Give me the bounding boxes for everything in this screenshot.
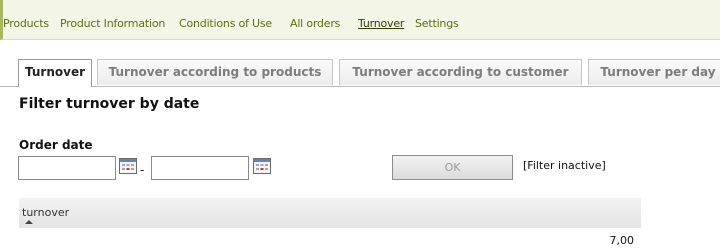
tab-turnover-according-to-products[interactable]: Turnover according to products <box>97 59 333 85</box>
tab-turnover-per-day[interactable]: Turnover per day <box>588 59 720 85</box>
order-date-from-input[interactable] <box>18 156 116 180</box>
tab-turnover[interactable]: Turnover <box>18 59 92 87</box>
date-range-separator: - <box>140 163 145 177</box>
turnover-value: 7,00 <box>609 234 635 247</box>
tab-turnover-according-to-customer[interactable]: Turnover according to customer <box>339 59 582 85</box>
turnover-column-header[interactable]: turnover <box>19 198 641 228</box>
nav-settings[interactable]: Settings <box>415 17 459 30</box>
nav-product-information[interactable]: Product Information <box>60 17 165 30</box>
turnover-tabs: Turnover Turnover according to products … <box>0 59 720 87</box>
filter-status: [Filter inactive] <box>523 159 606 172</box>
filter-title: Filter turnover by date <box>19 96 200 112</box>
order-date-to-input[interactable] <box>151 156 249 180</box>
top-navigation: Products Product Information Conditions … <box>0 0 720 40</box>
nav-conditions-of-use[interactable]: Conditions of Use <box>179 17 272 30</box>
order-date-label: Order date <box>19 138 93 152</box>
calendar-icon[interactable] <box>253 158 271 174</box>
column-header-label: turnover <box>22 206 70 219</box>
ok-button[interactable]: OK <box>392 155 513 180</box>
nav-products[interactable]: Products <box>3 17 49 30</box>
sort-ascending-icon[interactable] <box>25 220 33 224</box>
nav-turnover[interactable]: Turnover <box>358 17 404 30</box>
nav-all-orders[interactable]: All orders <box>290 17 340 30</box>
calendar-icon[interactable] <box>119 158 137 174</box>
